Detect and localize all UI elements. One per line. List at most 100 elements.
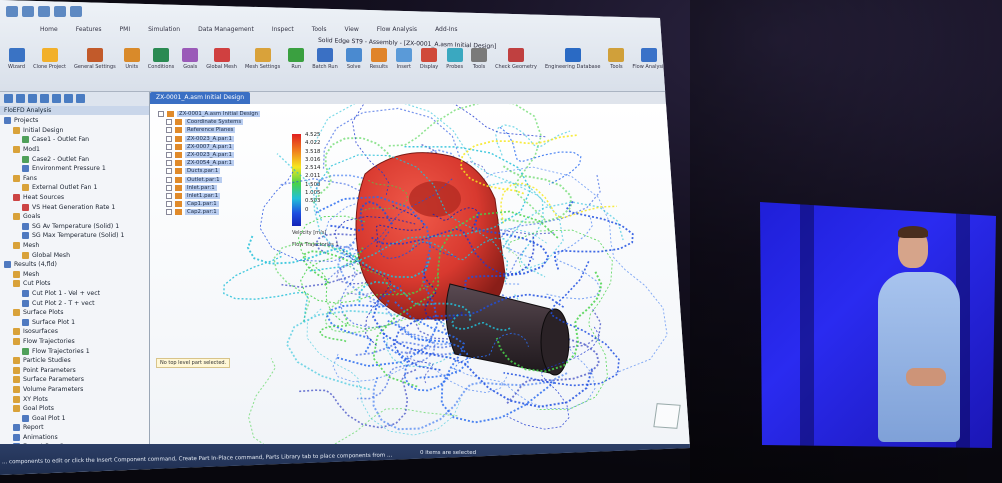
ribbon-command-button[interactable]: Tools bbox=[608, 48, 625, 92]
tree-item[interactable]: External Outlet Fan 1 bbox=[2, 183, 147, 193]
tree-tool-icon[interactable] bbox=[52, 94, 61, 103]
ribbon-tab[interactable]: Simulation bbox=[148, 26, 180, 33]
tree-item[interactable]: Particle Studies bbox=[2, 356, 147, 366]
ribbon-command-button[interactable]: Probes bbox=[446, 48, 463, 92]
3d-viewport[interactable]: ZX-0001_A.asm Initial Design Coordinate S… bbox=[150, 104, 690, 444]
ribbon-command-icon bbox=[395, 48, 412, 62]
ribbon-command-button[interactable]: Clone Project bbox=[33, 48, 66, 92]
tree-item[interactable]: Mesh bbox=[2, 270, 147, 280]
tree-item[interactable]: Cut Plots bbox=[2, 279, 147, 289]
document-tab[interactable]: ZX-0001_A.asm Initial Design bbox=[150, 92, 251, 104]
ribbon-tab[interactable]: Inspect bbox=[272, 26, 294, 33]
tree-item[interactable]: Volume Parameters bbox=[2, 385, 147, 395]
ribbon-tab[interactable]: Tools bbox=[312, 26, 327, 33]
tree-item[interactable]: Point Parameters bbox=[2, 365, 147, 375]
selection-status-message: No top level part selected. bbox=[156, 358, 231, 368]
ribbon-command-button[interactable]: Wizard bbox=[8, 48, 25, 92]
tree-tool-icon[interactable] bbox=[40, 94, 49, 103]
ribbon-command-label: Display bbox=[419, 64, 439, 70]
flow-trajectory-line bbox=[500, 182, 617, 224]
tree-item[interactable]: SG Av Temperature (Solid) 1 bbox=[2, 222, 147, 232]
tree-item[interactable]: Surface Plot 1 bbox=[2, 317, 147, 327]
ribbon-tab[interactable]: Data Management bbox=[198, 26, 254, 33]
tree-item[interactable]: Initial Design bbox=[2, 126, 147, 136]
tree-node-icon bbox=[13, 309, 20, 317]
tree-node-icon bbox=[13, 385, 20, 393]
housing-opening bbox=[409, 181, 461, 217]
tree-item[interactable]: Animations bbox=[2, 433, 147, 443]
tree-item[interactable]: XY Plots bbox=[2, 394, 147, 404]
status-bar: ... components to edit or click the Inse… bbox=[0, 444, 690, 475]
ribbon-command-button[interactable]: Tools bbox=[471, 48, 488, 92]
cad-application-window: Home Features PMI Simulation Data Management… bbox=[0, 0, 690, 475]
tree-item[interactable]: Isosurfaces bbox=[2, 327, 147, 337]
ribbon-tab[interactable]: Home bbox=[40, 26, 58, 33]
tree-item-label: External Outlet Fan 1 bbox=[32, 184, 98, 192]
ribbon-command-button[interactable]: Mesh Settings bbox=[245, 48, 280, 92]
view-cube[interactable] bbox=[653, 403, 681, 429]
tree-item[interactable]: Surface Parameters bbox=[2, 375, 147, 385]
tree-node-icon bbox=[22, 347, 29, 355]
ribbon-command-button[interactable]: Run bbox=[288, 48, 305, 92]
tree-item[interactable]: Cut Plot 2 - T + vect bbox=[2, 298, 147, 308]
ribbon-command-button[interactable]: General Settings bbox=[74, 48, 116, 92]
tree-item[interactable]: Case1 - Outlet Fan bbox=[2, 135, 147, 145]
tree-item[interactable]: Heat Sources bbox=[2, 193, 147, 203]
tree-item[interactable]: Goals bbox=[2, 212, 147, 222]
tree-item[interactable]: Report bbox=[2, 423, 147, 433]
tree-item[interactable]: Flow Trajectories 1 bbox=[2, 346, 147, 356]
ribbon-tab[interactable]: Features bbox=[76, 26, 102, 33]
app-menu-icon[interactable] bbox=[6, 6, 18, 17]
ribbon-command-button[interactable]: Global Mesh bbox=[206, 48, 237, 92]
ribbon-command-button[interactable]: Display bbox=[420, 48, 438, 92]
tree-tool-icon[interactable] bbox=[28, 94, 37, 103]
tree-item-label: SG Av Temperature (Solid) 1 bbox=[32, 222, 120, 230]
ribbon-command-button[interactable]: Results bbox=[370, 48, 388, 92]
tree-item[interactable]: Mod1 bbox=[2, 145, 147, 155]
tree-tool-icon[interactable] bbox=[76, 94, 85, 103]
open-icon[interactable] bbox=[70, 6, 82, 17]
tree-item[interactable]: Global Mesh bbox=[2, 250, 147, 260]
tree-item-label: Goal Plots bbox=[23, 405, 54, 413]
tree-tool-icon[interactable] bbox=[16, 94, 25, 103]
ribbon-tab[interactable]: Add-Ins bbox=[435, 26, 457, 33]
ribbon-tab[interactable]: PMI bbox=[120, 26, 131, 33]
tree-tool-icon[interactable] bbox=[64, 94, 73, 103]
tree-item[interactable]: Fans bbox=[2, 174, 147, 184]
ribbon-tab[interactable]: Flow Analysis bbox=[377, 26, 417, 33]
tree-item[interactable]: Results (4,fld) bbox=[2, 260, 147, 270]
ribbon-command-button[interactable]: Insert bbox=[395, 48, 412, 92]
ribbon-command-button[interactable]: Help bbox=[674, 48, 690, 92]
tree-item[interactable]: Goal Plots bbox=[2, 404, 147, 414]
ribbon-command-button[interactable]: Batch Run bbox=[312, 48, 338, 92]
tree-items: Projects Initial Design Case1 - Outlet Fan… bbox=[0, 115, 149, 453]
tree-node-icon bbox=[13, 328, 20, 336]
tree-item[interactable]: Projects bbox=[2, 116, 147, 126]
tree-item[interactable]: Flow Trajectories bbox=[2, 337, 147, 347]
tree-item-label: Mesh bbox=[23, 242, 40, 250]
tree-item[interactable]: Environment Pressure 1 bbox=[2, 164, 147, 174]
tree-item[interactable]: Goal Plot 1 bbox=[2, 413, 147, 423]
tree-item[interactable]: VS Heat Generation Rate 1 bbox=[2, 202, 147, 212]
tree-tool-icon[interactable] bbox=[4, 94, 13, 103]
ribbon-command-button[interactable]: Solve bbox=[345, 48, 362, 92]
tree-item-label: Volume Parameters bbox=[23, 385, 84, 393]
ribbon-command-button[interactable]: Check Geometry bbox=[495, 48, 537, 92]
ribbon-command-button[interactable]: Goals bbox=[182, 48, 199, 92]
ribbon-command-button[interactable]: Conditions bbox=[148, 48, 174, 92]
tree-item[interactable]: Surface Plots bbox=[2, 308, 147, 318]
ribbon-tab[interactable]: View bbox=[344, 26, 358, 33]
save-icon[interactable] bbox=[22, 6, 34, 17]
ribbon-command-button[interactable]: Units bbox=[123, 48, 140, 92]
tree-item[interactable]: Mesh bbox=[2, 241, 147, 251]
ribbon-command-label: Global Mesh bbox=[206, 64, 237, 70]
redo-icon[interactable] bbox=[54, 6, 66, 17]
ribbon-command-button[interactable]: Flow Analysis bbox=[632, 48, 666, 92]
floefd-analysis-tree: FloEFD Analysis Projects Initial Design Ca… bbox=[0, 92, 150, 475]
ribbon-command-button[interactable]: Engineering Database bbox=[545, 48, 600, 92]
tree-item[interactable]: Cut Plot 1 - Vel + vect bbox=[2, 289, 147, 299]
tree-item-label: Fans bbox=[23, 174, 37, 182]
undo-icon[interactable] bbox=[38, 6, 50, 17]
tree-item[interactable]: SG Max Temperature (Solid) 1 bbox=[2, 231, 147, 241]
tree-item[interactable]: Case2 - Outlet Fan bbox=[2, 154, 147, 164]
